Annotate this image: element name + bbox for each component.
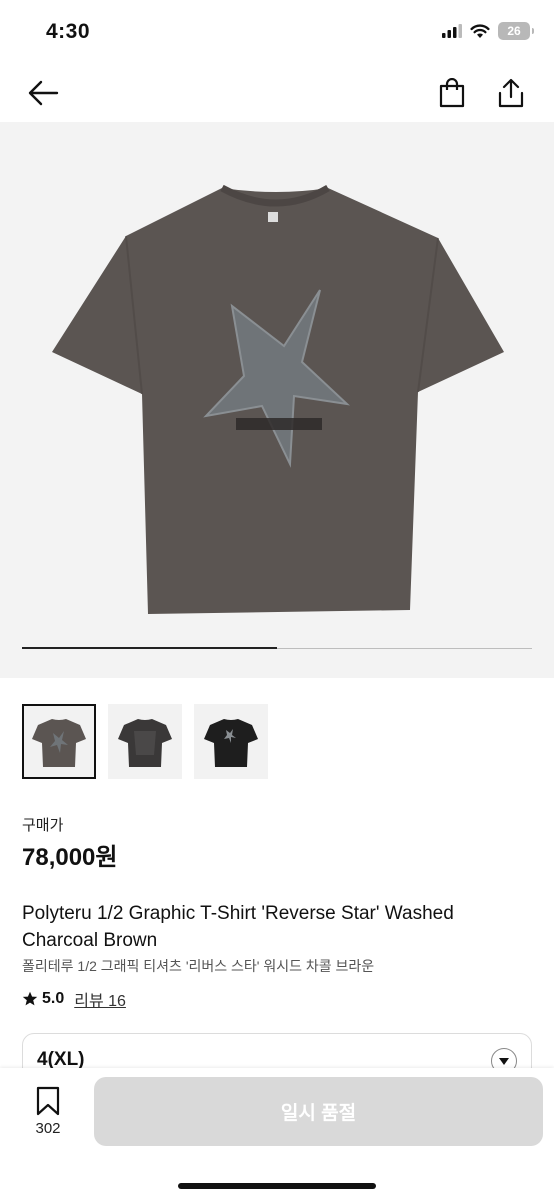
home-indicator: [178, 1183, 376, 1189]
star-icon: [22, 991, 38, 1006]
rating-row: 5.0 리뷰 16: [22, 987, 126, 1011]
share-button[interactable]: [494, 76, 528, 110]
price-label: 구매가: [22, 817, 64, 834]
bookmark-icon: [36, 1086, 60, 1116]
sold-out-button: 일시 품절: [94, 1077, 543, 1146]
thumbnail-image: [204, 718, 258, 767]
thumbnail-charcoal-back[interactable]: [108, 704, 182, 779]
share-icon: [498, 78, 524, 108]
status-bar: 4:30 26: [0, 0, 554, 64]
rating-score: 5.0: [42, 990, 65, 1007]
thumbnail-charcoal-brown-front[interactable]: [22, 704, 96, 779]
product-title: Polyteru 1/2 Graphic T-Shirt 'Reverse St…: [22, 903, 454, 951]
battery-icon: 26: [498, 22, 534, 40]
gallery-progress-fill: [22, 647, 277, 649]
product-subtitle: 폴리테루 1/2 그래픽 티셔츠 '리버스 스타' 워시드 차콜 브라운: [22, 958, 375, 974]
price-value: 78,000원: [22, 844, 118, 871]
product-image-gallery[interactable]: [0, 122, 554, 678]
status-time: 4:30: [46, 20, 91, 43]
signal-icon: [442, 24, 462, 38]
thumbnail-list: [22, 704, 268, 779]
thumbnail-image: [32, 718, 86, 767]
shopping-bag-icon: [439, 78, 465, 108]
bottom-action-bar: 302 일시 품절: [0, 1068, 554, 1200]
gallery-progress-track: [22, 647, 532, 649]
review-link[interactable]: 리뷰 16: [74, 987, 126, 1011]
tshirt-image: [52, 184, 504, 614]
shopping-bag-button[interactable]: [435, 76, 469, 110]
back-arrow-icon: [28, 80, 59, 106]
wifi-icon: [470, 23, 490, 38]
status-icons: 26: [442, 22, 534, 40]
wishlist-button[interactable]: 302: [28, 1086, 68, 1138]
wishlist-count: 302: [35, 1120, 61, 1137]
nav-bar: [0, 64, 554, 122]
back-button[interactable]: [26, 76, 60, 110]
thumbnail-image: [118, 718, 172, 767]
thumbnail-black-front[interactable]: [194, 704, 268, 779]
